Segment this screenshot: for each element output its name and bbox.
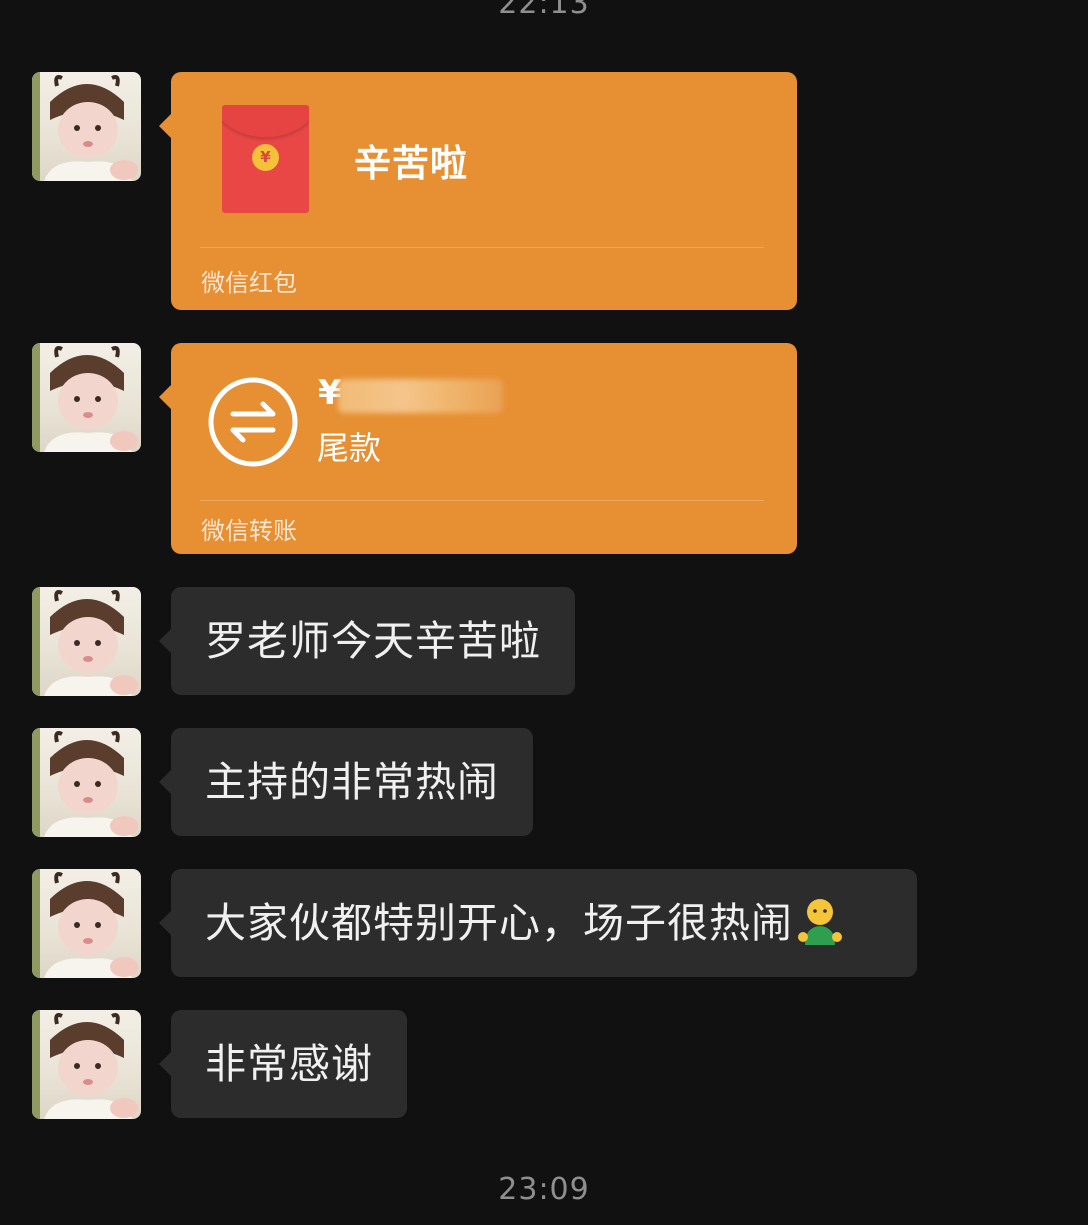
avatar[interactable]	[32, 1010, 141, 1119]
red-packet-footer: 微信红包	[201, 269, 297, 297]
obscured-amount	[338, 379, 503, 413]
card-divider	[200, 247, 764, 248]
avatar[interactable]	[32, 343, 141, 452]
message-bubble[interactable]: 大家伙都特别开心，场子很热闹	[159, 869, 917, 977]
avatar[interactable]	[32, 72, 141, 181]
red-packet-title: 辛苦啦	[354, 142, 468, 185]
message-text: 大家伙都特别开心，场子很热闹	[205, 899, 793, 947]
transfer-arrows-icon	[208, 377, 298, 467]
timestamp-bottom: 23:09	[498, 1172, 590, 1207]
avatar[interactable]	[32, 869, 141, 978]
person-emoji-icon	[795, 879, 845, 987]
message-bubble[interactable]: 非常感谢	[159, 1010, 407, 1118]
message-bubble[interactable]: 主持的非常热闹	[159, 728, 533, 836]
transfer-card[interactable]: ¥ 尾款 微信转账	[159, 343, 797, 554]
avatar[interactable]	[32, 587, 141, 696]
card-divider	[200, 500, 764, 501]
message-bubble[interactable]: 罗老师今天辛苦啦	[159, 587, 575, 695]
red-packet-card[interactable]: ¥ 辛苦啦 微信红包	[159, 72, 797, 310]
timestamp-top: 22:13	[498, 0, 590, 21]
avatar[interactable]	[32, 728, 141, 837]
red-envelope-icon: ¥	[222, 105, 309, 213]
transfer-footer: 微信转账	[201, 517, 297, 545]
transfer-note: 尾款	[317, 429, 382, 467]
